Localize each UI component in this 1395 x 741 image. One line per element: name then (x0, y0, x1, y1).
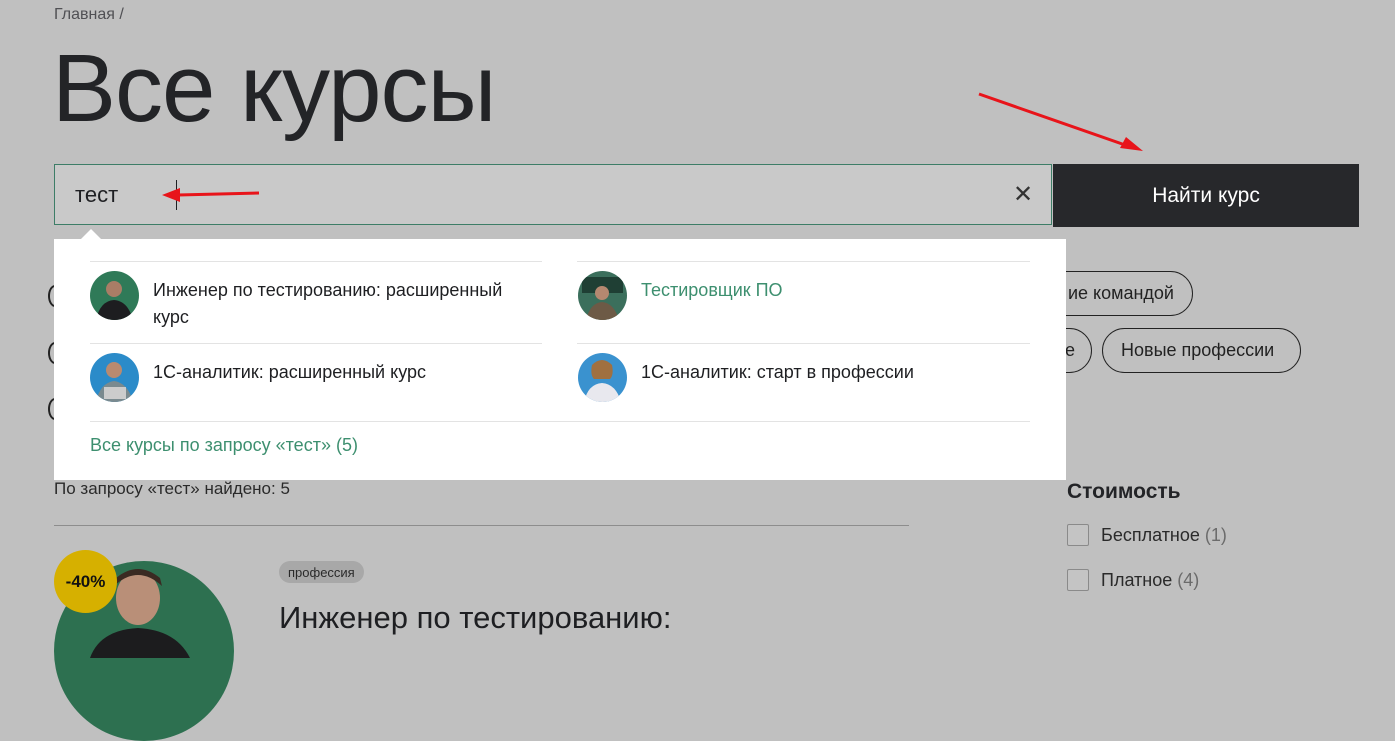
annotation-arrowhead (162, 188, 180, 202)
annotation-arrows (162, 92, 1143, 202)
annotation-arrowhead (1120, 137, 1143, 151)
annotation-arrow-line (978, 92, 1129, 148)
annotation-arrow-line (177, 191, 260, 197)
